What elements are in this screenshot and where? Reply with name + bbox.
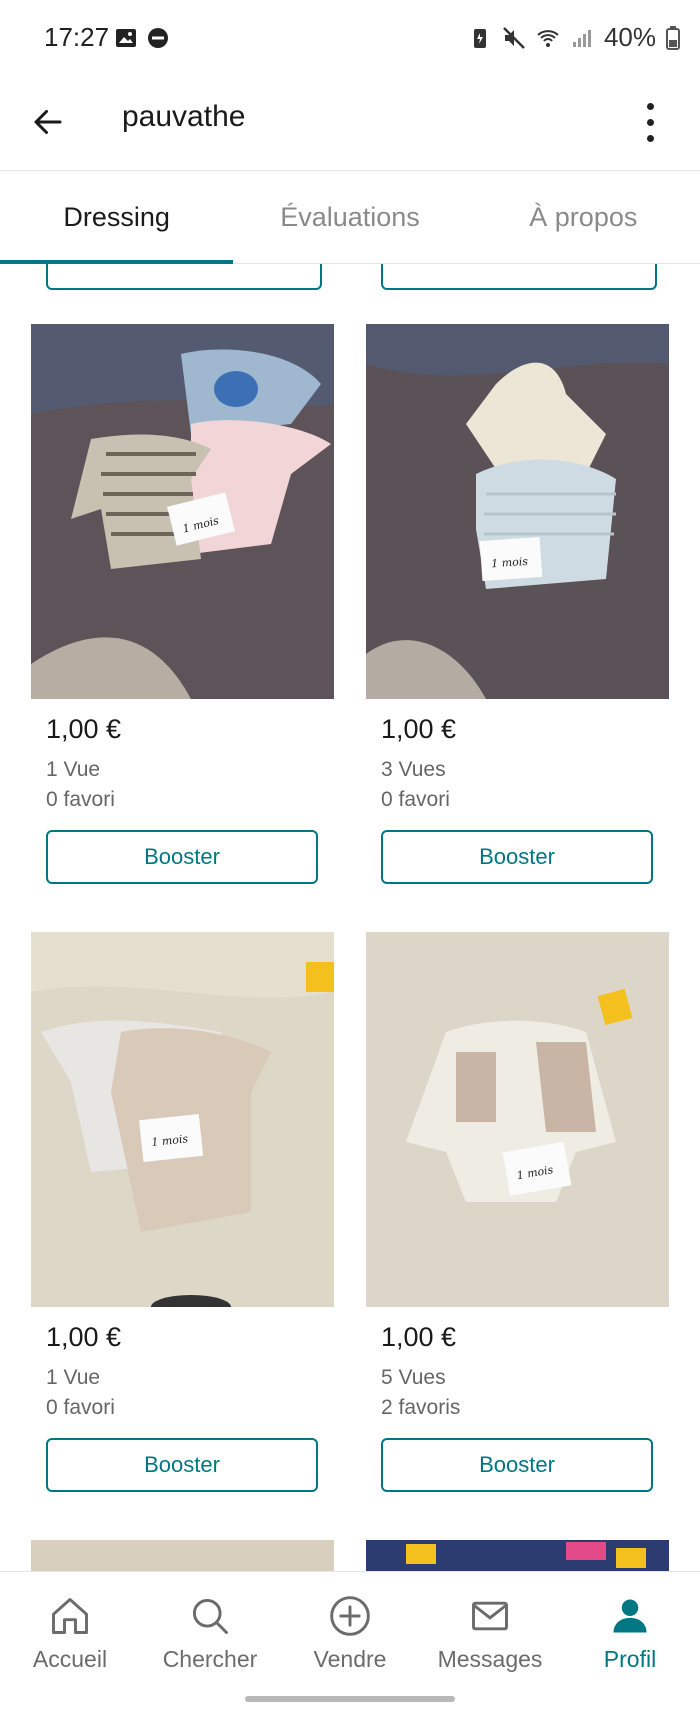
item-price: 1,00 € [381,1322,457,1352]
nav-vendre[interactable]: Vendre [280,1572,420,1712]
item-price: 1,00 € [46,714,122,744]
tab-dressing[interactable]: Dressing [0,171,234,264]
item-photo[interactable]: 1 mois [366,932,669,1307]
item-favorites: 0 favori [46,1396,115,1419]
item-photo-partial[interactable] [366,1540,669,1571]
battery-percent: 40% [603,22,656,52]
item-views: 1 Vue [46,1366,101,1389]
search-icon [192,1598,228,1634]
item-views: 5 Vues [381,1366,446,1389]
app-bar: pauvathe [0,76,700,171]
wifi-icon [537,29,559,47]
item-favorites: 2 favoris [381,1396,461,1419]
item-card[interactable]: 1 mois 1,00 € 3 Vues 0 favori Booster [366,324,669,884]
item-photo[interactable]: 1 mois [31,932,334,1307]
tab-evaluations[interactable]: Évaluations [233,171,466,263]
nav-accueil[interactable]: Accueil [0,1572,140,1712]
profile-tabs: Dressing Évaluations À propos [0,171,700,264]
more-vertical-icon [646,102,654,110]
booster-button[interactable]: Booster [46,830,318,884]
signal-icon [572,29,591,47]
bottom-nav: Accueil Chercher Vendre Messages Profil [0,1571,700,1712]
image-notification-icon [116,29,136,47]
booster-button-partial[interactable] [46,264,322,290]
item-photo[interactable]: 1 mois [366,324,669,699]
profile-icon [613,1599,647,1633]
item-favorites: 0 favori [46,788,115,811]
nav-messages[interactable]: Messages [420,1572,560,1712]
home-icon [52,1598,88,1634]
home-indicator[interactable] [245,1696,455,1702]
plus-circle-icon [330,1596,370,1636]
status-time: 17:27 [44,22,110,52]
mute-icon [503,26,525,49]
page-title: pauvathe [122,100,246,133]
item-favorites: 0 favori [381,788,450,811]
item-photo-partial[interactable] [31,1540,334,1571]
photo-tag: 1 mois [491,555,529,571]
more-options-button[interactable] [630,90,670,154]
battery-saver-icon [473,28,486,48]
booster-button[interactable]: Booster [381,1438,653,1492]
item-views: 3 Vues [381,758,446,781]
items-grid: 1 mois 1,00 € 1 Vue 0 favori Booster 1 m… [0,264,700,1571]
booster-button[interactable]: Booster [381,830,653,884]
back-button[interactable] [22,96,74,148]
item-card[interactable]: 1 mois 1,00 € 1 Vue 0 favori Booster [31,932,334,1492]
item-price: 1,00 € [381,714,457,744]
mail-icon [472,1601,508,1631]
nav-profil[interactable]: Profil [560,1572,700,1712]
booster-button-partial[interactable] [381,264,657,290]
item-photo[interactable]: 1 mois [31,324,334,699]
item-card[interactable]: 1 mois 1,00 € 1 Vue 0 favori Booster [31,324,334,884]
arrow-left-icon [34,110,62,134]
status-bar: 17:27 40% [0,0,700,76]
tab-a-propos[interactable]: À propos [467,171,700,263]
nav-chercher[interactable]: Chercher [140,1572,280,1712]
item-views: 1 Vue [46,758,101,781]
item-card[interactable]: 1 mois 1,00 € 5 Vues 2 favoris Booster [366,932,669,1492]
battery-icon [666,25,680,50]
item-price: 1,00 € [46,1322,122,1352]
do-not-disturb-icon [148,28,168,48]
booster-button[interactable]: Booster [46,1438,318,1492]
